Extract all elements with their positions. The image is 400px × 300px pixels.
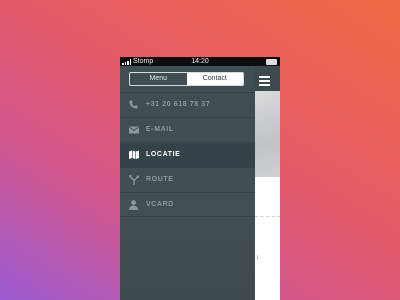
contact-list: +31 20 618 78 37 E-MAIL LOCATIE ROUTE VC… — [120, 92, 255, 217]
phone-screen: Stomp 14:20 Menu Contact +31 20 618 78 3… — [120, 57, 280, 300]
menu-contact-toggle: Menu Contact — [129, 72, 244, 86]
side-menu: Menu Contact +31 20 618 78 37 E-MAIL LOC… — [120, 66, 255, 300]
person-icon — [128, 199, 139, 210]
menu-item-vcard[interactable]: VCARD — [120, 192, 255, 217]
main-content-peek: L — [255, 66, 280, 300]
hamburger-menu-icon[interactable] — [259, 76, 270, 86]
map-icon — [128, 149, 139, 160]
status-time: 14:20 — [191, 58, 209, 65]
envelope-icon — [128, 124, 139, 135]
menu-item-label: +31 20 618 78 37 — [146, 101, 211, 108]
menu-item-locatie[interactable]: LOCATIE — [120, 142, 255, 167]
phone-icon — [128, 99, 139, 110]
battery-icon — [266, 59, 277, 65]
menu-item-label: E-MAIL — [146, 126, 174, 133]
content-divider — [255, 216, 280, 217]
status-bar: Stomp 14:20 — [120, 57, 280, 66]
menu-item-email[interactable]: E-MAIL — [120, 117, 255, 142]
menu-item-route[interactable]: ROUTE — [120, 167, 255, 192]
route-icon — [128, 174, 139, 185]
menu-item-label: LOCATIE — [146, 151, 181, 158]
menu-item-label: VCARD — [146, 201, 174, 208]
menu-item-label: ROUTE — [146, 176, 174, 183]
tab-menu[interactable]: Menu — [130, 73, 187, 85]
menu-item-phone[interactable]: +31 20 618 78 37 — [120, 92, 255, 117]
tab-contact[interactable]: Contact — [186, 73, 243, 85]
content-text: L — [257, 255, 260, 261]
header-photo — [255, 91, 280, 177]
